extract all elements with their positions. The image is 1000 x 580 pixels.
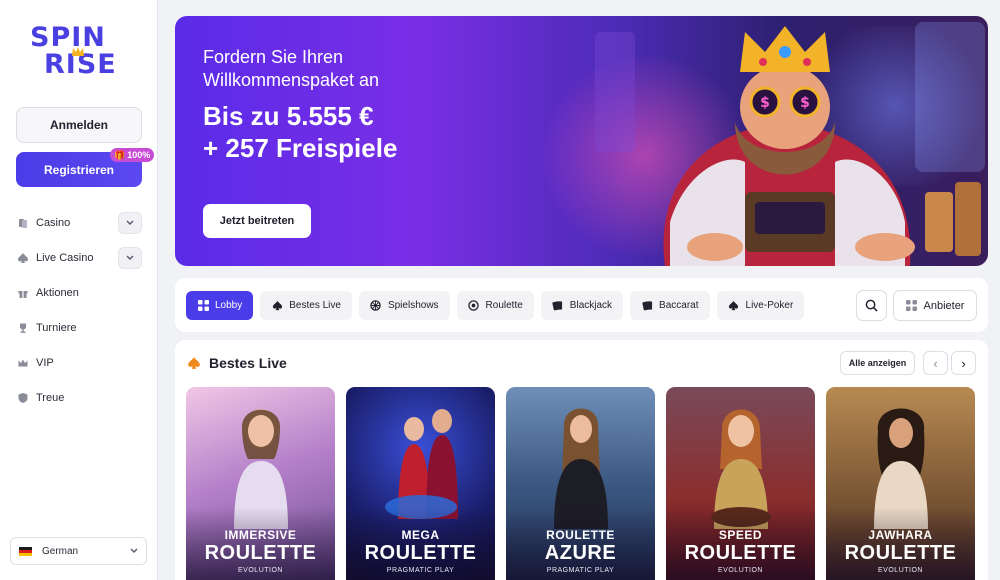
sidebar-item-live-casino[interactable]: Live Casino <box>16 242 142 273</box>
join-now-button[interactable]: Jetzt beitreten <box>203 204 311 238</box>
tab-label: Spielshows <box>387 300 439 311</box>
game-title-line1: ROULETTE <box>546 528 615 542</box>
sidebar-item-vip[interactable]: VIP <box>16 347 142 378</box>
login-button[interactable]: Anmelden <box>16 107 142 143</box>
spade-icon <box>188 357 200 369</box>
game-provider: PRAGMATIC PLAY <box>386 567 455 574</box>
game-title-line1: IMMERSIVE <box>224 528 297 542</box>
blackjack-icon <box>552 300 564 312</box>
chevron-down-icon[interactable] <box>118 246 142 269</box>
search-button[interactable] <box>856 290 887 321</box>
chevron-right-icon: › <box>961 355 966 371</box>
carousel-next-button[interactable]: › <box>951 351 976 375</box>
spade-icon <box>271 300 283 312</box>
game-card-jawhara-roulette[interactable]: JAWHARA ROULETTE EVOLUTION <box>826 387 975 580</box>
king-mascot-illustration: $ $ <box>595 22 985 266</box>
game-provider: PRAGMATIC PLAY <box>546 567 615 574</box>
sidebar-item-aktionen[interactable]: Aktionen <box>16 277 142 308</box>
language-label: German <box>42 545 79 557</box>
welcome-banner[interactable]: $ $ Fordern Sie Ihren Willkommenspaket a… <box>175 16 988 266</box>
tab-label: Bestes Live <box>289 300 341 311</box>
chevron-left-icon: ‹ <box>933 355 938 371</box>
language-select[interactable]: German <box>10 537 147 565</box>
spinrise-logo[interactable]: SPIN RISE <box>30 24 130 82</box>
sidebar-item-label: VIP <box>36 356 54 369</box>
chevron-down-icon <box>130 546 138 557</box>
sidebar-item-label: Turniere <box>36 321 77 334</box>
chevron-down-icon[interactable] <box>118 211 142 234</box>
tab-baccarat[interactable]: Baccarat <box>630 291 710 320</box>
sidebar-item-casino[interactable]: Casino <box>16 207 142 238</box>
spade-icon <box>728 300 740 312</box>
sidebar-item-treue[interactable]: Treue <box>16 382 142 413</box>
provider-filter-button[interactable]: Anbieter <box>893 290 977 321</box>
search-icon <box>865 299 878 312</box>
best-live-section: Bestes Live Alle anzeigen ‹ › IMMERSIVE … <box>175 340 988 580</box>
game-provider: EVOLUTION <box>878 567 923 574</box>
see-all-button[interactable]: Alle anzeigen <box>840 351 915 375</box>
category-tabs: Lobby Bestes Live Spielshows Roulette Bl… <box>186 291 805 320</box>
game-title-line1: SPEED <box>718 528 763 542</box>
sidebar-item-turniere[interactable]: Turniere <box>16 312 142 343</box>
grid-icon <box>905 300 917 311</box>
tab-spielshows[interactable]: Spielshows <box>358 291 450 320</box>
crown-icon <box>16 356 30 370</box>
game-carousel: IMMERSIVE ROULETTE EVOLUTION MEGA ROULET… <box>186 387 975 580</box>
sidebar-item-label: Live Casino <box>36 251 94 264</box>
banner-offer-amount: Bis zu 5.555 € <box>203 101 374 131</box>
register-bonus-badge: 🎁 100% <box>110 148 155 162</box>
game-card-roulette-azure[interactable]: ROULETTE AZURE PRAGMATIC PLAY <box>506 387 655 580</box>
logo-crown-icon <box>72 47 84 56</box>
section-header: Bestes Live <box>187 355 287 371</box>
game-card-speed-roulette[interactable]: SPEED ROULETTE EVOLUTION <box>666 387 815 580</box>
tab-label: Baccarat <box>659 300 699 311</box>
spade-icon <box>16 251 30 265</box>
svg-text:$: $ <box>800 95 810 111</box>
game-title-line2: AZURE <box>544 542 617 564</box>
game-card-mega-roulette[interactable]: MEGA ROULETTE PRAGMATIC PLAY <box>346 387 495 580</box>
roulette-icon <box>468 300 480 312</box>
banner-headline: Fordern Sie Ihren Willkommenspaket an <box>203 47 380 90</box>
category-bar: Lobby Bestes Live Spielshows Roulette Bl… <box>175 278 988 332</box>
tab-label: Roulette <box>485 300 523 311</box>
trophy-icon <box>16 321 30 335</box>
register-bonus-text: 100% <box>127 150 151 160</box>
tab-roulette[interactable]: Roulette <box>456 291 534 320</box>
sidebar-item-label: Aktionen <box>36 286 79 299</box>
gift-icon <box>16 286 30 300</box>
game-title-line2: ROULETTE <box>204 542 317 564</box>
baccarat-icon <box>641 300 653 312</box>
banner-offer: Bis zu 5.555 € + 257 Freispiele <box>203 100 397 164</box>
carousel-prev-button[interactable]: ‹ <box>923 351 948 375</box>
tab-live-poker[interactable]: Live-Poker <box>716 291 805 320</box>
section-title: Bestes Live <box>209 355 287 371</box>
grid-icon <box>197 300 209 312</box>
game-title-line2: ROULETTE <box>364 542 477 564</box>
tab-lobby[interactable]: Lobby <box>186 291 254 320</box>
game-provider: EVOLUTION <box>238 567 283 574</box>
game-title-line2: ROULETTE <box>684 542 797 564</box>
tab-blackjack[interactable]: Blackjack <box>540 291 624 320</box>
cards-icon <box>16 216 30 230</box>
game-title-line1: JAWHARA <box>868 528 933 542</box>
banner-offer-freespins: + 257 Freispiele <box>203 133 398 163</box>
svg-text:$: $ <box>760 95 770 111</box>
gift-badge-icon: 🎁 <box>114 149 126 160</box>
game-title-line2: ROULETTE <box>844 542 957 564</box>
wheel-icon <box>370 300 382 312</box>
tab-label: Blackjack <box>569 300 613 311</box>
tab-label: Lobby <box>215 300 243 311</box>
game-provider: EVOLUTION <box>718 567 763 574</box>
sidebar-item-label: Treue <box>36 391 65 404</box>
tab-label: Live-Poker <box>745 300 794 311</box>
sidebar-nav: Casino Live Casino Aktionen Turniere VIP… <box>16 207 142 417</box>
tab-bestes-live[interactable]: Bestes Live <box>260 291 352 320</box>
game-card-immersive-roulette[interactable]: IMMERSIVE ROULETTE EVOLUTION <box>186 387 335 580</box>
game-title-line1: MEGA <box>401 528 440 542</box>
german-flag-icon <box>19 546 32 556</box>
sidebar-item-label: Casino <box>36 216 71 229</box>
shield-icon <box>16 391 30 405</box>
sidebar: SPIN RISE Anmelden Registrieren 🎁 100% C… <box>0 0 158 580</box>
provider-filter-label: Anbieter <box>923 299 965 312</box>
